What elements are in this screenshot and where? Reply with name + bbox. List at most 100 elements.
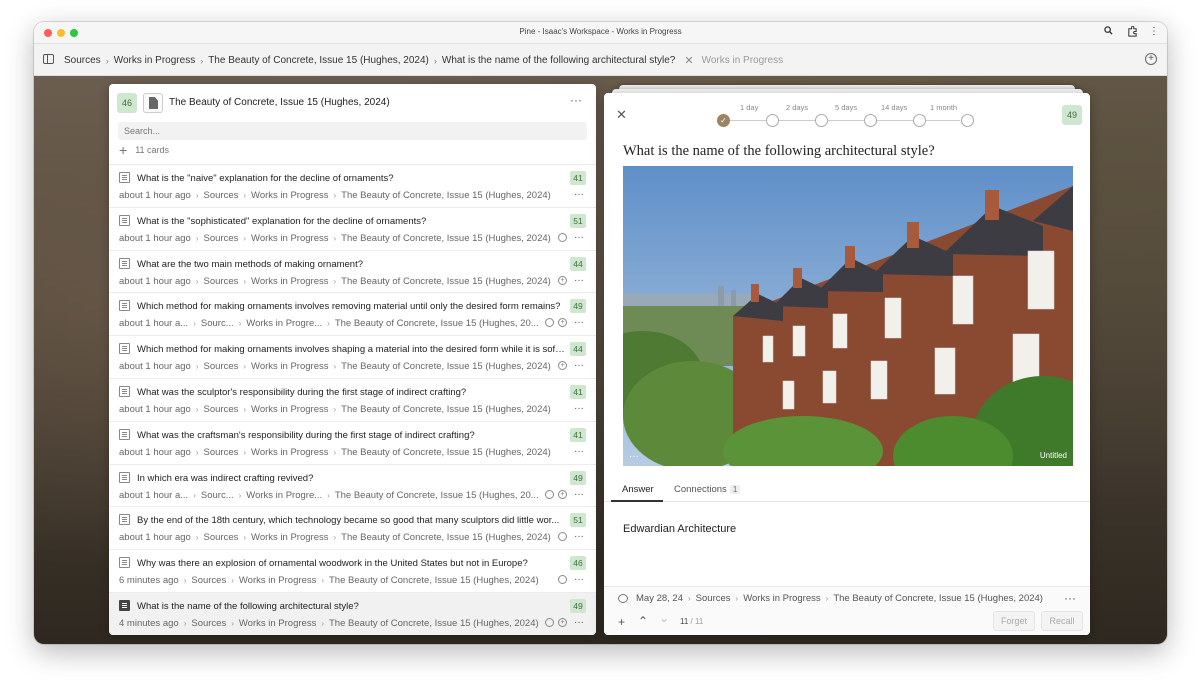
card-path-item[interactable]: Works in Progress — [251, 361, 328, 372]
interval-dot[interactable] — [961, 114, 974, 127]
footer-path-item[interactable]: Works in Progress — [743, 593, 820, 604]
card-row[interactable]: What was the craftsman's responsibility … — [109, 420, 596, 464]
new-tab-icon[interactable]: + — [1145, 53, 1157, 65]
more-options-icon[interactable]: ··· — [574, 232, 584, 243]
card-row[interactable]: What are the two main methods of making … — [109, 249, 596, 293]
interval-dot[interactable] — [815, 114, 828, 127]
comment-icon[interactable] — [558, 575, 567, 585]
forget-button[interactable]: Forget — [993, 611, 1035, 631]
interval-dot[interactable] — [913, 114, 926, 127]
card-row[interactable]: What is the "naive" explanation for the … — [109, 164, 596, 207]
card-path-item[interactable]: Works in Progress — [251, 404, 328, 415]
card-path-item[interactable]: Works in Progress — [251, 447, 328, 458]
comment-icon[interactable] — [558, 232, 567, 242]
card-path-item[interactable]: The Beauty of Concrete, Issue 15 (Hughes… — [335, 318, 539, 329]
card-path-item[interactable]: The Beauty of Concrete, Issue 15 (Hughes… — [341, 404, 551, 415]
breadcrumb-item[interactable]: The Beauty of Concrete, Issue 15 (Hughes… — [208, 55, 429, 66]
comment-icon[interactable] — [558, 532, 567, 542]
card-image[interactable]: ··· Untitled — [623, 166, 1073, 466]
more-options-icon[interactable]: ··· — [574, 574, 584, 585]
add-connection-icon[interactable]: + — [558, 275, 567, 285]
card-path-item[interactable]: The Beauty of Concrete, Issue 15 (Hughes… — [335, 490, 539, 501]
card-path-item[interactable]: Sources — [204, 532, 239, 543]
card-path-item[interactable]: Sources — [191, 618, 226, 629]
card-row[interactable]: Why was there an explosion of ornamental… — [109, 549, 596, 592]
comment-icon[interactable] — [545, 318, 554, 328]
tab-works-in-progress[interactable]: Works in Progress — [702, 55, 784, 66]
recall-button[interactable]: Recall — [1041, 611, 1083, 631]
comment-icon[interactable] — [618, 594, 628, 603]
interval-dot[interactable] — [766, 114, 779, 127]
card-path-item[interactable]: Works in Progre... — [246, 318, 322, 329]
more-options-icon[interactable]: ··· — [574, 489, 584, 500]
card-path-item[interactable]: The Beauty of Concrete, Issue 15 (Hughes… — [341, 190, 551, 201]
footer-path-item[interactable]: The Beauty of Concrete, Issue 15 (Hughes… — [833, 593, 1043, 604]
more-options-icon[interactable]: ··· — [1064, 591, 1076, 605]
card-path-item[interactable]: Sources — [204, 447, 239, 458]
extension-icon[interactable] — [1127, 25, 1138, 40]
card-path-item[interactable]: The Beauty of Concrete, Issue 15 (Hughes… — [341, 447, 551, 458]
sidebar-toggle-icon[interactable] — [43, 54, 54, 64]
card-path-item[interactable]: Works in Progress — [251, 532, 328, 543]
breadcrumb-item[interactable]: Works in Progress — [114, 55, 196, 66]
add-connection-icon[interactable]: + — [558, 318, 567, 328]
card-path-item[interactable]: Works in Progre... — [246, 490, 322, 501]
card-path-item[interactable]: Works in Progress — [251, 276, 328, 287]
chevron-up-icon[interactable]: ⌃ — [638, 614, 648, 628]
card-path-item[interactable]: The Beauty of Concrete, Issue 15 (Hughes… — [341, 361, 551, 372]
card-path-item[interactable]: The Beauty of Concrete, Issue 15 (Hughes… — [341, 233, 551, 244]
search-icon[interactable] — [1104, 26, 1113, 38]
tab-answer[interactable]: Answer — [622, 484, 654, 495]
card-path-item[interactable]: Sources — [204, 233, 239, 244]
breadcrumb-item-current[interactable]: What is the name of the following archit… — [442, 55, 675, 66]
chevron-down-icon[interactable]: ⌄ — [659, 611, 669, 625]
search-input[interactable] — [118, 122, 587, 140]
card-path-item[interactable]: The Beauty of Concrete, Issue 15 (Hughes… — [329, 618, 539, 629]
footer-path-item[interactable]: Sources — [696, 593, 731, 604]
card-path-item[interactable]: Sourc... — [201, 490, 234, 501]
card-row[interactable]: What is the "sophisticated" explanation … — [109, 206, 596, 250]
card-path-item[interactable]: Works in Progress — [251, 233, 328, 244]
tab-connections[interactable]: Connections 1 — [674, 484, 741, 495]
more-options-icon[interactable]: ··· — [574, 189, 584, 200]
add-icon[interactable]: + — [618, 615, 625, 629]
card-path-item[interactable]: Sources — [204, 190, 239, 201]
card-path-item[interactable]: Works in Progress — [239, 575, 316, 586]
card-path-item[interactable]: Sources — [191, 575, 226, 586]
card-path-item[interactable]: Sources — [204, 404, 239, 415]
interval-dot[interactable] — [864, 114, 877, 127]
more-icon[interactable]: ⋮ — [1149, 26, 1159, 37]
add-card-icon[interactable]: + — [119, 143, 127, 157]
card-path-item[interactable]: Works in Progress — [239, 618, 316, 629]
more-options-icon[interactable]: ··· — [574, 317, 584, 328]
card-path-item[interactable]: The Beauty of Concrete, Issue 15 (Hughes… — [341, 276, 551, 287]
more-options-icon[interactable]: ··· — [574, 617, 584, 628]
card-row[interactable]: By the end of the 18th century, which te… — [109, 506, 596, 549]
card-path-item[interactable]: Sourc... — [201, 318, 234, 329]
add-connection-icon[interactable]: + — [558, 489, 567, 499]
add-connection-icon[interactable]: + — [558, 617, 567, 627]
interval-done-dot[interactable]: ✓ — [717, 114, 730, 127]
breadcrumb-item[interactable]: Sources — [64, 55, 101, 66]
close-icon[interactable]: ✕ — [616, 107, 627, 123]
more-options-icon[interactable]: ··· — [574, 275, 584, 286]
more-options-icon[interactable]: ··· — [574, 446, 584, 457]
more-options-icon[interactable]: ··· — [574, 531, 584, 542]
card-path-item[interactable]: Sources — [204, 276, 239, 287]
close-tab-icon[interactable]: ✕ — [684, 54, 693, 67]
more-options-icon[interactable]: ··· — [574, 403, 584, 414]
comment-icon[interactable] — [545, 489, 554, 499]
image-options-icon[interactable]: ··· — [629, 451, 639, 462]
card-row[interactable]: What is the name of the following archit… — [109, 591, 596, 635]
card-path-item[interactable]: The Beauty of Concrete, Issue 15 (Hughes… — [329, 575, 539, 586]
more-options-icon[interactable]: ··· — [574, 360, 584, 371]
card-row[interactable]: Which method for making ornaments involv… — [109, 335, 596, 378]
document-icon[interactable] — [143, 93, 163, 113]
card-row[interactable]: Which method for making ornaments involv… — [109, 292, 596, 335]
card-path-item[interactable]: The Beauty of Concrete, Issue 15 (Hughes… — [341, 532, 551, 543]
add-connection-icon[interactable]: + — [558, 361, 567, 371]
more-options-icon[interactable]: ··· — [570, 94, 582, 106]
card-path-item[interactable]: Works in Progress — [251, 190, 328, 201]
card-row[interactable]: What was the sculptor's responsibility d… — [109, 377, 596, 421]
card-path-item[interactable]: Sources — [204, 361, 239, 372]
